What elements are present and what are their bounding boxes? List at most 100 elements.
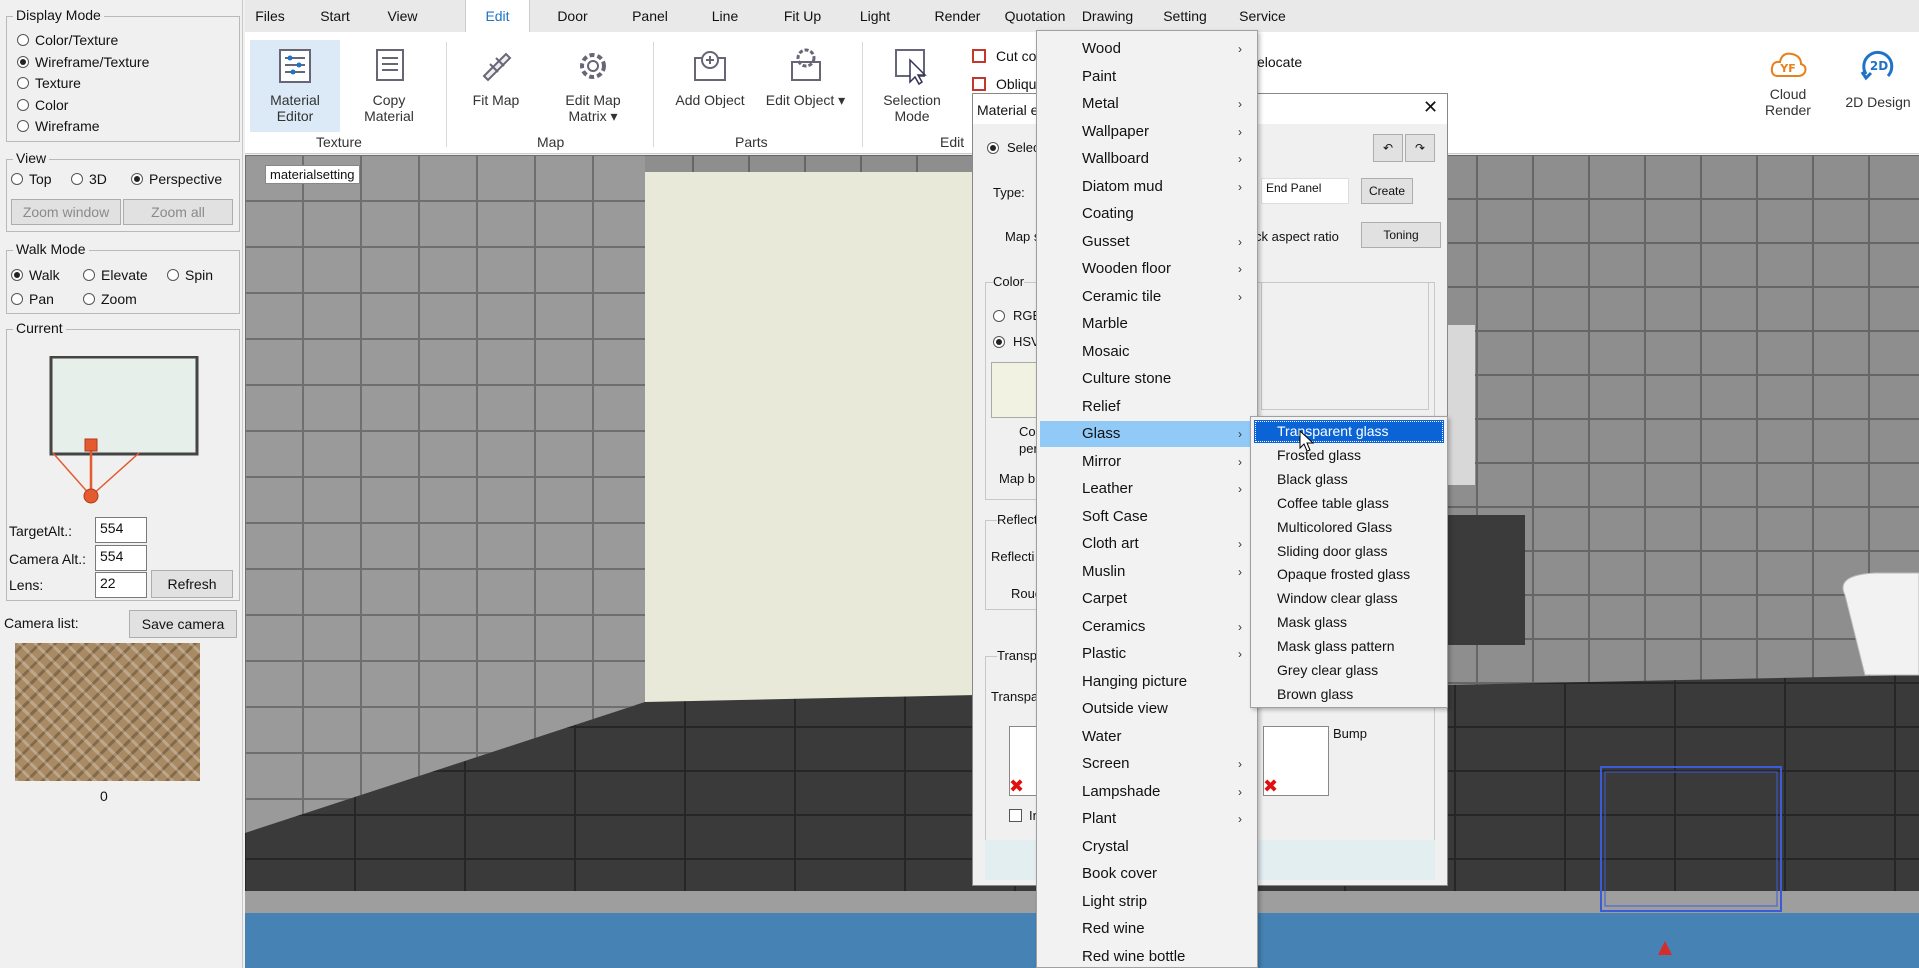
relocate-label[interactable]: elocate: [1257, 54, 1302, 70]
submenu-item-brown-glass[interactable]: Brown glass: [1254, 683, 1444, 706]
menu-tab-light[interactable]: Light: [845, 0, 905, 32]
walk-mode-elevate-radio[interactable]: Elevate: [83, 267, 148, 283]
2d-design-button[interactable]: 2D 2D Design: [1838, 46, 1918, 138]
menu-tab-panel[interactable]: Panel: [615, 0, 685, 32]
selection-mode-button[interactable]: Selection Mode: [872, 40, 952, 132]
menu-item-ceramics[interactable]: Ceramics ›: [1040, 614, 1254, 640]
menu-item-paint[interactable]: Paint: [1040, 64, 1254, 90]
refresh-button[interactable]: Refresh: [151, 570, 233, 598]
menu-item-crystal[interactable]: Crystal: [1040, 834, 1254, 860]
view-top-radio[interactable]: Top: [11, 171, 52, 187]
menu-tab-door[interactable]: Door: [540, 0, 605, 32]
menu-item-mosaic[interactable]: Mosaic: [1040, 339, 1254, 365]
menu-item-lampshade[interactable]: Lampshade ›: [1040, 779, 1254, 805]
menu-tab-drawing[interactable]: Drawing: [1070, 0, 1145, 32]
menu-item-water[interactable]: Water: [1040, 724, 1254, 750]
camera-thumbnail[interactable]: [15, 643, 200, 781]
walk-mode-zoom-radio[interactable]: Zoom: [83, 291, 137, 307]
submenu-item-grey-clear-glass[interactable]: Grey clear glass: [1254, 659, 1444, 682]
view-perspective-radio[interactable]: Perspective: [131, 171, 222, 187]
oblique-button[interactable]: Obliqu: [972, 76, 1036, 92]
menu-item-wallboard[interactable]: Wallboard ›: [1040, 146, 1254, 172]
menu-tab-render[interactable]: Render: [920, 0, 995, 32]
camera-alt-field[interactable]: 554: [95, 545, 147, 571]
menu-item-soft-case[interactable]: Soft Case: [1040, 504, 1254, 530]
menu-item-light-strip[interactable]: Light strip: [1040, 889, 1254, 915]
menu-item-plant[interactable]: Plant ›: [1040, 806, 1254, 832]
menu-item-leather[interactable]: Leather ›: [1040, 476, 1254, 502]
menu-item-wood[interactable]: Wood ›: [1040, 36, 1254, 62]
toning-button[interactable]: Toning: [1361, 222, 1441, 248]
menu-item-book-cover[interactable]: Book cover: [1040, 861, 1254, 887]
edit-map-matrix-button[interactable]: Edit Map Matrix ▾: [552, 40, 634, 132]
menu-item-red-wine-bottle[interactable]: Red wine bottle: [1040, 944, 1254, 968]
submenu-item-frosted-glass[interactable]: Frosted glass: [1254, 444, 1444, 467]
select-radio[interactable]: [987, 142, 999, 154]
color-picker-area[interactable]: [1261, 282, 1429, 410]
type-field[interactable]: End Panel: [1261, 178, 1349, 204]
display-mode-color-texture-radio[interactable]: Color/Texture: [17, 32, 118, 48]
menu-item-wallpaper[interactable]: Wallpaper ›: [1040, 119, 1254, 145]
walk-mode-walk-radio[interactable]: Walk: [11, 267, 60, 283]
menu-tab-setting[interactable]: Setting: [1150, 0, 1220, 32]
menu-item-red-wine[interactable]: Red wine: [1040, 916, 1254, 942]
menu-item-marble[interactable]: Marble: [1040, 311, 1254, 337]
menu-tab-start[interactable]: Start: [305, 0, 365, 32]
submenu-item-sliding-door-glass[interactable]: Sliding door glass: [1254, 540, 1444, 563]
menu-item-cloth-art[interactable]: Cloth art ›: [1040, 531, 1254, 557]
menu-item-mirror[interactable]: Mirror ›: [1040, 449, 1254, 475]
menu-item-glass[interactable]: Glass ›: [1040, 421, 1254, 447]
undo-button[interactable]: ↶: [1373, 134, 1403, 162]
menu-tab-view[interactable]: View: [370, 0, 435, 32]
copy-material-button[interactable]: Copy Material: [344, 40, 434, 132]
add-object-button[interactable]: Add Object: [665, 40, 755, 132]
create-button[interactable]: Create: [1361, 178, 1413, 204]
display-mode-wireframe-radio[interactable]: Wireframe: [17, 118, 100, 134]
submenu-item-multicolored-glass[interactable]: Multicolored Glass: [1254, 516, 1444, 539]
menu-item-metal[interactable]: Metal ›: [1040, 91, 1254, 117]
target-alt-field[interactable]: 554: [95, 517, 147, 543]
save-camera-button[interactable]: Save camera: [129, 610, 237, 638]
submenu-item-mask-glass[interactable]: Mask glass: [1254, 611, 1444, 634]
menu-item-muslin[interactable]: Muslin ›: [1040, 559, 1254, 585]
menu-item-diatom-mud[interactable]: Diatom mud ›: [1040, 174, 1254, 200]
close-icon[interactable]: ✕: [1423, 97, 1438, 118]
cloud-render-button[interactable]: YF Cloud Render: [1753, 46, 1823, 138]
submenu-item-coffee-table-glass[interactable]: Coffee table glass: [1254, 492, 1444, 515]
menu-tab-fit-up[interactable]: Fit Up: [765, 0, 840, 32]
menu-tab-quotation[interactable]: Quotation: [1000, 0, 1070, 32]
display-mode-wireframe-texture-radio[interactable]: Wireframe/Texture: [17, 54, 149, 70]
menu-item-carpet[interactable]: Carpet: [1040, 586, 1254, 612]
remove-texture-icon[interactable]: ✖: [1009, 776, 1024, 797]
submenu-item-black-glass[interactable]: Black glass: [1254, 468, 1444, 491]
remove-bump-icon[interactable]: ✖: [1263, 776, 1278, 797]
walk-mode-spin-radio[interactable]: Spin: [167, 267, 213, 283]
menu-item-coating[interactable]: Coating: [1040, 201, 1254, 227]
redo-button[interactable]: ↷: [1405, 134, 1435, 162]
display-mode-texture-radio[interactable]: Texture: [17, 75, 81, 91]
menu-item-hanging-picture[interactable]: Hanging picture: [1040, 669, 1254, 695]
menu-item-ceramic-tile[interactable]: Ceramic tile ›: [1040, 284, 1254, 310]
display-mode-color-radio[interactable]: Color: [17, 97, 68, 113]
submenu-item-transparent-glass[interactable]: Transparent glass: [1254, 420, 1444, 443]
submenu-item-window-clear-glass[interactable]: Window clear glass: [1254, 587, 1444, 610]
menu-tab-service[interactable]: Service: [1230, 0, 1295, 32]
zoom-all-button[interactable]: Zoom all: [123, 199, 233, 225]
menu-tab-line[interactable]: Line: [695, 0, 755, 32]
cut-button[interactable]: Cut co: [972, 48, 1036, 64]
menu-item-gusset[interactable]: Gusset ›: [1040, 229, 1254, 255]
menu-item-wooden-floor[interactable]: Wooden floor ›: [1040, 256, 1254, 282]
menu-item-outside-view[interactable]: Outside view: [1040, 696, 1254, 722]
material-editor-button[interactable]: Material Editor: [250, 40, 340, 132]
walk-mode-pan-radio[interactable]: Pan: [11, 291, 54, 307]
view-3d-radio[interactable]: 3D: [71, 171, 107, 187]
menu-tab-files[interactable]: Files: [240, 0, 300, 32]
menu-item-plastic[interactable]: Plastic ›: [1040, 641, 1254, 667]
menu-tab-edit[interactable]: Edit: [465, 0, 530, 32]
submenu-item-opaque-frosted-glass[interactable]: Opaque frosted glass: [1254, 563, 1444, 586]
invert-checkbox[interactable]: [1009, 809, 1022, 822]
menu-item-screen[interactable]: Screen ›: [1040, 751, 1254, 777]
rgb-radio[interactable]: [993, 310, 1005, 322]
submenu-item-mask-glass-pattern[interactable]: Mask glass pattern: [1254, 635, 1444, 658]
edit-object-button[interactable]: Edit Object ▾: [758, 40, 853, 132]
